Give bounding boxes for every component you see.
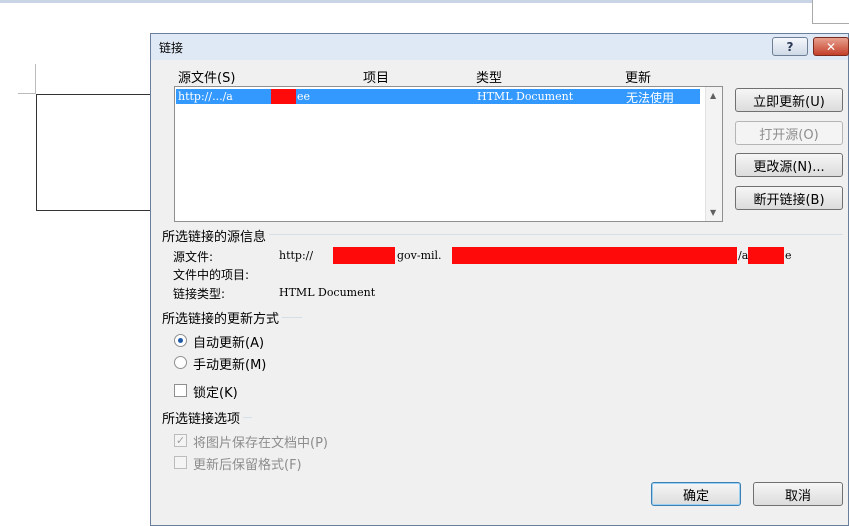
change-source-button[interactable]: 更改源(N)... <box>735 153 843 177</box>
dialog-titlebar[interactable]: 链接 ? ✕ <box>151 34 849 60</box>
document-top-border <box>0 0 849 3</box>
scroll-up-icon[interactable]: ▲ <box>710 91 716 100</box>
lock-checkbox[interactable] <box>174 384 187 397</box>
margin-marker-horizontal <box>18 93 36 94</box>
link-source-tail: ee <box>297 90 311 103</box>
dialog-title: 链接 <box>159 41 184 55</box>
manual-update-label[interactable]: 手动更新(M) <box>193 354 266 373</box>
source-info-heading: 所选链接的源信息 <box>162 226 270 245</box>
redaction-bar <box>271 89 296 104</box>
break-link-button[interactable]: 断开链接(B) <box>735 186 843 210</box>
redaction-bar <box>452 247 737 264</box>
update-now-button[interactable]: 立即更新(U) <box>735 88 843 112</box>
help-button[interactable]: ? <box>772 37 808 56</box>
source-file-tail-a: /a <box>738 249 749 262</box>
source-file-tail-e: e <box>785 249 792 262</box>
open-source-button[interactable]: 打开源(O) <box>735 121 843 145</box>
redaction-bar <box>333 247 395 264</box>
link-type-label: 链接类型: <box>173 287 226 301</box>
manual-update-radio[interactable] <box>174 356 187 369</box>
save-picture-label[interactable]: 将图片保存在文档中(P) <box>193 432 328 451</box>
document-corner-box <box>812 0 849 24</box>
close-icon: ✕ <box>825 39 837 54</box>
source-file-label: 源文件: <box>173 250 214 264</box>
links-dialog: 链接 ? ✕ 源文件(S) 项目 类型 更新 http://.../a ee H… <box>150 33 849 526</box>
link-row[interactable]: http://.../a ee HTML Document 无法使用 <box>176 89 700 105</box>
column-header-item: 项目 <box>363 71 390 86</box>
ok-button[interactable]: 确定 <box>651 482 741 506</box>
redaction-bar <box>748 247 784 264</box>
link-type-value: HTML Document <box>279 286 376 299</box>
link-options-heading: 所选链接选项 <box>162 408 244 427</box>
auto-update-label[interactable]: 自动更新(A) <box>193 332 264 351</box>
auto-update-radio[interactable] <box>174 334 187 347</box>
link-update-cell: 无法使用 <box>626 91 675 105</box>
column-header-type: 类型 <box>476 71 503 86</box>
item-label: 文件中的项目: <box>173 268 250 282</box>
update-method-heading: 所选链接的更新方式 <box>162 308 283 327</box>
keep-format-checkbox[interactable] <box>174 456 187 469</box>
close-button[interactable]: ✕ <box>813 37 849 56</box>
lock-label[interactable]: 锁定(K) <box>193 382 238 401</box>
keep-format-label[interactable]: 更新后保留格式(F) <box>193 454 302 473</box>
save-picture-checkbox[interactable]: ✓ <box>174 434 187 447</box>
column-header-source: 源文件(S) <box>178 71 236 86</box>
column-header-update: 更新 <box>625 71 652 86</box>
source-file-prefix: http:// <box>279 249 314 262</box>
scroll-down-icon[interactable]: ▼ <box>710 208 716 217</box>
links-list[interactable]: http://.../a ee HTML Document 无法使用 ▲ ▼ <box>174 86 723 222</box>
margin-marker-vertical <box>35 64 36 94</box>
help-icon: ? <box>786 39 794 54</box>
link-type-cell: HTML Document <box>477 90 574 103</box>
source-file-mid: gov-mil. <box>397 249 442 262</box>
list-scrollbar[interactable]: ▲ ▼ <box>705 87 722 221</box>
link-source-cell: http://.../a <box>178 90 233 103</box>
cancel-button[interactable]: 取消 <box>753 482 843 506</box>
